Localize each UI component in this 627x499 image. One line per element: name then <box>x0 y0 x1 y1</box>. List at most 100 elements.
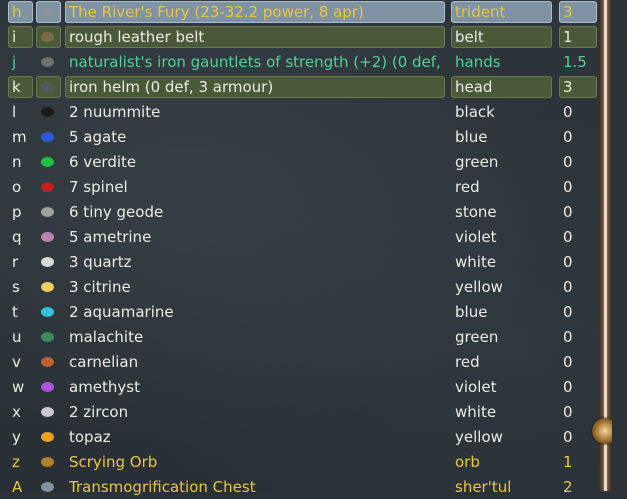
spinel-icon <box>41 182 54 192</box>
item-value: 3 <box>559 1 597 23</box>
item-slot: belt <box>451 26 552 48</box>
item-slot: trident <box>451 1 552 23</box>
item-slot: red <box>455 178 480 196</box>
item-icon-cell <box>36 176 61 198</box>
item-value: 0 <box>563 103 573 121</box>
item-name: malachite <box>69 328 144 346</box>
item-letter: u <box>12 328 22 346</box>
item-name: 7 spinel <box>69 178 128 196</box>
item-name: Transmogrification Chest <box>69 478 256 496</box>
topaz-icon <box>41 432 54 442</box>
item-letter: t <box>12 303 18 321</box>
item-value: 0 <box>563 403 573 421</box>
inventory-row[interactable]: A Transmogrification Chest sher'tul 2 <box>0 475 598 499</box>
item-letter: s <box>12 278 20 296</box>
inventory-row[interactable]: r 3 quartz white 0 <box>0 250 598 274</box>
item-name: 2 nuummite <box>69 103 161 121</box>
verdite-icon <box>41 157 54 167</box>
item-icon-cell <box>36 426 61 448</box>
item-slot: stone <box>455 203 497 221</box>
item-value: 0 <box>563 303 573 321</box>
item-name: 6 tiny geode <box>69 203 164 221</box>
item-slot: white <box>455 403 497 421</box>
inventory-row[interactable]: q 5 ametrine violet 0 <box>0 225 598 249</box>
aquamarine-icon <box>41 307 54 317</box>
orb-icon <box>41 457 54 467</box>
item-letter: k <box>8 76 33 98</box>
item-value: 3 <box>559 76 597 98</box>
inventory-row[interactable]: j naturalist's iron gauntlets of strength… <box>0 50 598 74</box>
inventory-row[interactable]: i rough leather belt belt 1 <box>0 25 598 49</box>
item-slot: red <box>455 353 480 371</box>
item-slot: yellow <box>455 278 503 296</box>
item-slot: blue <box>455 303 488 321</box>
nuummite-icon <box>41 107 54 117</box>
item-slot: violet <box>455 378 497 396</box>
item-icon-cell <box>36 251 61 273</box>
item-icon-cell <box>36 376 61 398</box>
inventory-row[interactable]: w amethyst violet 0 <box>0 375 598 399</box>
item-icon-cell <box>36 326 61 348</box>
item-value: 0 <box>563 353 573 371</box>
inventory-row[interactable]: y topaz yellow 0 <box>0 425 598 449</box>
item-slot: orb <box>455 453 480 471</box>
item-name: amethyst <box>69 378 140 396</box>
item-icon-cell <box>36 226 61 248</box>
item-icon-cell <box>36 1 61 23</box>
carnelian-icon <box>41 357 54 367</box>
item-icon-cell <box>36 51 61 73</box>
item-slot: green <box>455 328 499 346</box>
amethyst-icon <box>41 382 54 392</box>
inventory-row[interactable]: l 2 nuummite black 0 <box>0 100 598 124</box>
item-letter: z <box>12 453 20 471</box>
inventory-row[interactable]: n 6 verdite green 0 <box>0 150 598 174</box>
item-icon-cell <box>36 26 61 48</box>
item-name: carnelian <box>69 353 139 371</box>
inventory-row[interactable]: s 3 citrine yellow 0 <box>0 275 598 299</box>
item-slot: black <box>455 103 495 121</box>
item-value: 2 <box>563 478 573 496</box>
citrine-icon <box>41 282 54 292</box>
item-name: rough leather belt <box>65 26 445 48</box>
malachite-icon <box>41 332 54 342</box>
item-name: 2 zircon <box>69 403 129 421</box>
item-name: Scrying Orb <box>69 453 158 471</box>
inventory-row[interactable]: x 2 zircon white 0 <box>0 400 598 424</box>
geode-icon <box>41 207 54 217</box>
inventory-row[interactable]: m 5 agate blue 0 <box>0 125 598 149</box>
agate-icon <box>41 132 54 142</box>
item-slot: violet <box>455 228 497 246</box>
item-slot: hands <box>455 53 501 71</box>
inventory-row[interactable]: t 2 aquamarine blue 0 <box>0 300 598 324</box>
belt-icon <box>41 32 54 42</box>
ametrine-icon <box>41 232 54 242</box>
item-letter: o <box>12 178 22 196</box>
item-icon-cell <box>36 276 61 298</box>
inventory-row[interactable]: p 6 tiny geode stone 0 <box>0 200 598 224</box>
item-name: 2 aquamarine <box>69 303 174 321</box>
item-icon-cell <box>36 451 61 473</box>
inventory-row[interactable]: z Scrying Orb orb 1 <box>0 450 598 474</box>
item-value: 0 <box>563 128 573 146</box>
item-letter: p <box>12 203 22 221</box>
inventory-row[interactable]: h The River's Fury (23-32.2 power, 8 apr)… <box>0 0 598 24</box>
item-value: 0 <box>563 378 573 396</box>
item-icon-cell <box>36 351 61 373</box>
item-letter: n <box>12 153 22 171</box>
item-slot: yellow <box>455 428 503 446</box>
window-edge <box>612 0 627 491</box>
inventory-row[interactable]: o 7 spinel red 0 <box>0 175 598 199</box>
item-icon-cell <box>36 476 61 498</box>
item-value: 1 <box>559 26 597 48</box>
item-value: 0 <box>563 203 573 221</box>
inventory-row[interactable]: k iron helm (0 def, 3 armour) head 3 <box>0 75 598 99</box>
inventory-row[interactable]: v carnelian red 0 <box>0 350 598 374</box>
inventory-row[interactable]: u malachite green 0 <box>0 325 598 349</box>
item-icon-cell <box>36 101 61 123</box>
item-value: 0 <box>563 328 573 346</box>
item-slot: white <box>455 253 497 271</box>
item-name: 5 ametrine <box>69 228 152 246</box>
item-letter: i <box>8 26 33 48</box>
item-name: The River's Fury (23-32.2 power, 8 apr) <box>65 1 445 23</box>
item-icon-cell <box>36 151 61 173</box>
